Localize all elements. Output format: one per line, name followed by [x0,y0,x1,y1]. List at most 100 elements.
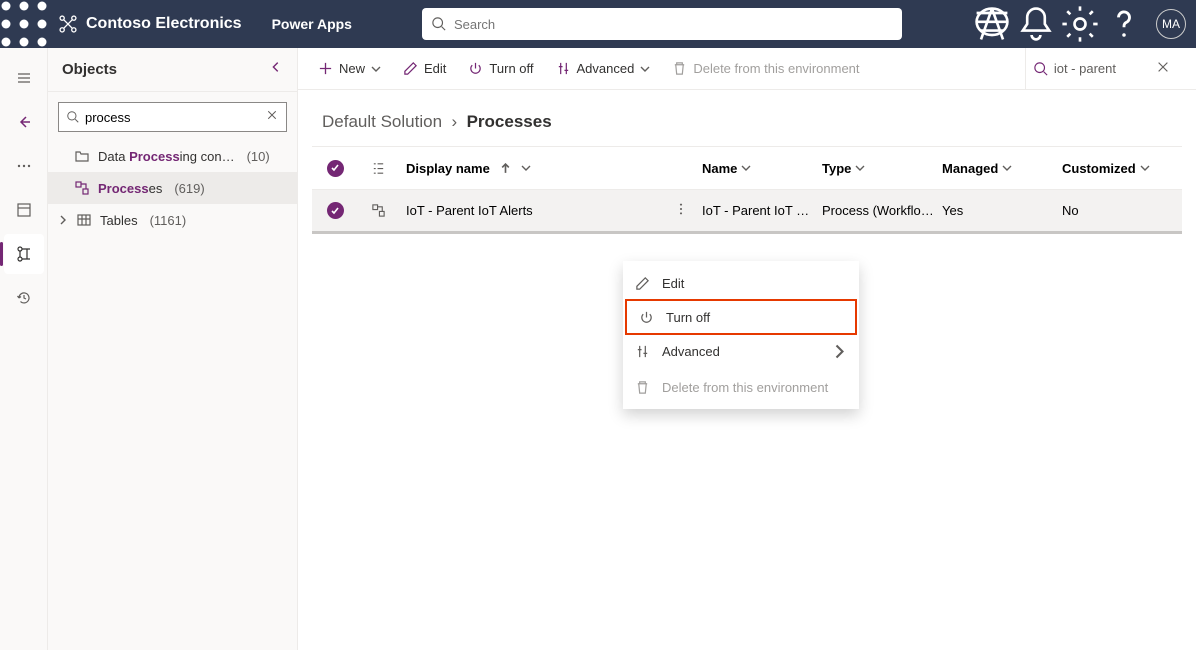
waffle-icon [0,0,48,48]
col-name[interactable]: Name [702,161,822,176]
tree-item-data-processing[interactable]: Data Processing con… (10) [48,140,297,172]
app-header: Contoso Electronics Power Apps MA [0,0,1196,48]
search-icon [1034,62,1048,76]
edit-button[interactable]: Edit [393,55,456,82]
turnoff-label: Turn off [489,61,533,76]
edit-label: Edit [424,61,446,76]
chevron-down-icon [521,163,531,173]
ctx-delete: Delete from this environment [623,369,859,405]
power-icon [468,61,483,76]
table-icon [76,212,92,228]
filter-clear-icon[interactable] [1156,60,1176,77]
tree-label: Processes [98,181,162,196]
chevron-down-icon [640,64,650,74]
rail-back[interactable] [4,102,44,142]
data-grid: Display name Name Type Managed Customize… [298,146,1196,234]
pencil-icon [403,61,418,76]
sliders-icon [556,61,571,76]
context-menu: Edit Turn off Advanced Delete from this … [623,261,859,409]
cell-managed: Yes [942,203,1062,218]
power-icon [639,310,654,325]
clear-search-icon[interactable] [266,108,278,126]
select-all[interactable] [312,160,358,177]
rail-objects[interactable] [4,234,44,274]
ctx-turnoff[interactable]: Turn off [625,299,857,335]
new-button[interactable]: New [308,55,391,82]
ctx-turnoff-label: Turn off [666,310,710,325]
pencil-icon [635,276,650,291]
row-checkbox[interactable] [312,202,358,219]
rail-overview[interactable] [4,190,44,230]
brand-icon [58,14,78,34]
objects-header: Objects [48,48,297,92]
folder-icon [74,148,90,164]
header-right: MA [970,0,1196,48]
turnoff-button[interactable]: Turn off [458,55,543,82]
waffle-icon[interactable] [0,0,48,48]
col-customized[interactable]: Customized [1062,161,1182,176]
cell-customized: No [1062,203,1182,218]
new-label: New [339,61,365,76]
global-search-input[interactable] [454,17,892,32]
objects-title: Objects [62,61,117,78]
help-icon[interactable] [1102,0,1146,48]
ctx-edit-label: Edit [662,276,684,291]
tree-label: Tables [100,213,138,228]
ctx-advanced[interactable]: Advanced [623,333,859,369]
crumb-parent[interactable]: Default Solution [322,112,442,131]
view-icon-header[interactable] [358,161,398,176]
advanced-button[interactable]: Advanced [546,55,661,82]
chevron-right-icon [58,215,68,225]
sort-asc-icon [500,163,511,174]
col-managed[interactable]: Managed [942,161,1062,176]
ctx-edit[interactable]: Edit [623,265,859,301]
table-row[interactable]: IoT - Parent IoT Alerts IoT - Parent IoT… [312,190,1182,234]
notifications-icon[interactable] [1014,0,1058,48]
app-name[interactable]: Power Apps [252,16,372,32]
advanced-label: Advanced [577,61,635,76]
tree-label: Data Processing con… [98,149,235,164]
objects-panel: Objects Data Processing con… (10) Proces… [48,48,298,650]
objects-search-input[interactable] [85,110,266,125]
left-rail [0,48,48,650]
grid-header: Display name Name Type Managed Customize… [312,146,1182,190]
filter-display[interactable]: iot - parent [1025,48,1186,89]
settings-icon[interactable] [1058,0,1102,48]
ctx-advanced-label: Advanced [662,344,720,359]
brand-text: Contoso Electronics [86,15,242,33]
tree-item-processes[interactable]: Processes (619) [48,172,297,204]
global-search[interactable] [422,8,902,40]
cell-type: Process (Workflo… [822,203,942,218]
collapse-panel-icon[interactable] [269,60,283,79]
tree-item-tables[interactable]: Tables (1161) [48,204,297,236]
breadcrumb: Default Solution › Processes [298,90,1196,146]
command-bar: New Edit Turn off Advanced Delete from t… [298,48,1196,90]
cell-name: IoT - Parent IoT … [702,203,822,218]
plus-icon [318,61,333,76]
trash-icon [672,61,687,76]
rail-hamburger[interactable] [4,58,44,98]
col-display-name[interactable]: Display name [398,161,702,176]
search-icon [67,111,79,123]
delete-button: Delete from this environment [662,55,869,82]
cell-display: IoT - Parent IoT Alerts [398,202,702,219]
trash-icon [635,380,650,395]
chevron-right-icon [832,344,847,359]
rail-history[interactable] [4,278,44,318]
tree-count: (10) [247,149,270,164]
tree-count: (619) [174,181,204,196]
row-type-icon [358,203,398,218]
environment-icon[interactable] [970,0,1014,48]
filter-text: iot - parent [1054,61,1116,76]
col-type[interactable]: Type [822,161,942,176]
ctx-delete-label: Delete from this environment [662,380,828,395]
tree-count: (1161) [150,213,187,228]
rail-more[interactable] [4,146,44,186]
user-avatar[interactable]: MA [1156,9,1186,39]
delete-label: Delete from this environment [693,61,859,76]
crumb-current: Processes [467,112,552,131]
row-more-icon[interactable] [674,202,688,219]
objects-search[interactable] [58,102,287,132]
chevron-down-icon [371,64,381,74]
sliders-icon [635,344,650,359]
